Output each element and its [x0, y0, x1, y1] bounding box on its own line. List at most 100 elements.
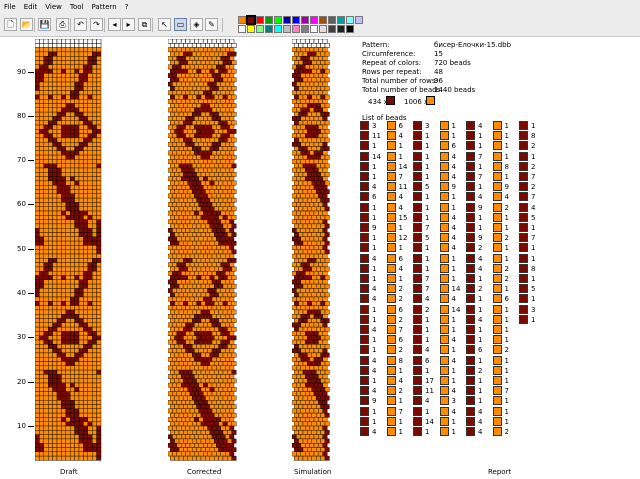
bead-count: 6: [398, 254, 403, 263]
bead-swatch: [386, 365, 396, 375]
bead-count: 1: [451, 428, 456, 436]
menu-edit[interactable]: Edit: [24, 3, 38, 11]
undo-button[interactable]: ↶: [74, 18, 87, 31]
bead-swatch: [360, 212, 369, 222]
ruler-label: 50: [17, 244, 26, 253]
bead-count: 2: [398, 285, 403, 294]
bead-swatch: [386, 355, 396, 365]
bead-count: 1: [372, 142, 377, 151]
palette-swatch[interactable]: [238, 16, 246, 24]
palette-swatch[interactable]: [292, 16, 300, 24]
palette-swatch[interactable]: [238, 25, 246, 33]
bead-swatch: [439, 253, 449, 263]
palette-swatch[interactable]: [346, 25, 354, 33]
ruler-label: 40: [17, 289, 26, 298]
palette-swatch[interactable]: [337, 25, 345, 33]
bead-count: 1: [425, 336, 430, 345]
menu-pattern[interactable]: Pattern: [92, 3, 117, 11]
menu-tool[interactable]: Tool: [70, 3, 84, 11]
palette-swatch[interactable]: [265, 16, 273, 24]
bead-swatch: [439, 182, 449, 192]
palette-swatch[interactable]: [301, 16, 309, 24]
palette-swatch[interactable]: [247, 25, 255, 33]
bead-count: 4: [372, 428, 377, 436]
arrow-right-icon: ▸: [126, 19, 131, 29]
palette-swatch[interactable]: [310, 25, 318, 33]
redo-button[interactable]: ↷: [90, 18, 103, 31]
palette-swatch[interactable]: [246, 15, 256, 25]
bead-count: 1: [504, 407, 509, 416]
bead-swatch: [413, 192, 422, 202]
menu-help[interactable]: ?: [125, 3, 129, 11]
palette-swatch[interactable]: [256, 25, 264, 33]
bead-swatch: [360, 355, 369, 365]
select-rect-button[interactable]: ▭: [174, 18, 187, 31]
bead-count: 4: [398, 377, 403, 385]
arrow-left-button[interactable]: ◂: [108, 18, 121, 31]
bead-count: 2: [504, 234, 509, 243]
bead-count: 1: [372, 244, 377, 253]
bead-swatch: [360, 386, 369, 396]
palette-swatch[interactable]: [310, 16, 318, 24]
fill-icon: ◈: [193, 19, 200, 29]
palette-swatch[interactable]: [328, 16, 336, 24]
new-file-button[interactable]: 🗋: [4, 18, 17, 31]
draft-grid[interactable]: [35, 39, 102, 461]
print-button[interactable]: ⎙: [56, 18, 69, 31]
bead-swatch: [360, 161, 369, 171]
bead-swatch: [386, 314, 396, 324]
fill-button[interactable]: ◈: [190, 18, 203, 31]
palette-swatch[interactable]: [319, 25, 327, 33]
bead-count: 1: [504, 244, 509, 253]
bead-count: 7: [398, 407, 403, 416]
bead-swatch: [386, 202, 396, 212]
bead-count: 1: [504, 122, 509, 130]
bead-swatch: [466, 325, 475, 334]
bead-swatch: [492, 396, 502, 406]
bead-count: 1: [372, 346, 377, 355]
bead-swatch: [439, 314, 449, 324]
bead-swatch: [439, 386, 449, 396]
bead-count: 1: [372, 234, 377, 243]
bead-count: 2: [504, 264, 509, 273]
bead-count: 1: [451, 315, 456, 324]
palette-swatch[interactable]: [283, 25, 291, 33]
corrected-grid[interactable]: [168, 39, 237, 461]
palette-swatch[interactable]: [274, 25, 282, 33]
palette-swatch[interactable]: [346, 16, 354, 24]
copy-button[interactable]: ⧉: [138, 18, 151, 31]
bead-count: 4: [372, 366, 377, 375]
bead-swatch: [519, 131, 528, 141]
toolbar-separator: [70, 18, 71, 32]
bead-swatch: [413, 335, 422, 345]
bead-swatch: [492, 294, 502, 304]
eyedropper-icon: ✎: [208, 19, 215, 29]
palette-swatch[interactable]: [319, 16, 327, 24]
ruler-label: 20: [17, 377, 26, 386]
simulation-grid[interactable]: [292, 39, 330, 461]
pointer-button[interactable]: ↖: [158, 18, 171, 31]
bead-swatch: [386, 304, 396, 314]
palette-swatch[interactable]: [292, 25, 300, 33]
palette-swatch[interactable]: [256, 16, 264, 24]
bead-count: 4: [451, 224, 456, 232]
palette-swatch[interactable]: [283, 16, 291, 24]
palette-swatch[interactable]: [337, 16, 345, 24]
eyedropper-button[interactable]: ✎: [205, 18, 218, 31]
palette-swatch[interactable]: [355, 16, 363, 24]
palette-swatch[interactable]: [265, 25, 273, 33]
open-file-button[interactable]: 📂: [20, 18, 33, 31]
bead-swatch: [492, 416, 502, 426]
menu-view[interactable]: View: [45, 3, 62, 11]
arrow-right-button[interactable]: ▸: [122, 18, 135, 31]
palette-swatch[interactable]: [328, 25, 336, 33]
palette-swatch[interactable]: [301, 25, 309, 33]
bead-count: 1: [425, 152, 430, 161]
bead-swatch: [466, 304, 475, 314]
bead-swatch: [492, 427, 502, 436]
save-file-button[interactable]: 💾: [38, 18, 51, 31]
bead-count: 6: [398, 122, 403, 130]
palette-swatch[interactable]: [274, 16, 282, 24]
bead-swatch: [466, 365, 475, 375]
menu-file[interactable]: File: [4, 3, 16, 11]
